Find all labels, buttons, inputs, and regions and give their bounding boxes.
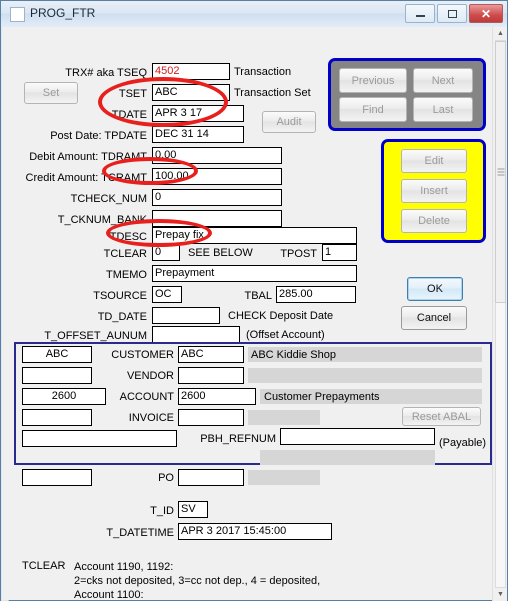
maximize-button[interactable] — [437, 4, 467, 23]
label-tclear: TCLEAR — [103, 248, 147, 260]
field-refnum-alt[interactable] — [22, 430, 177, 447]
cancel-button[interactable]: Cancel — [401, 306, 467, 330]
field-tclear[interactable]: 0 — [152, 244, 180, 261]
text-customer-desc: ABC Kiddie Shop — [251, 349, 336, 361]
delete-button[interactable]: Delete — [401, 209, 467, 233]
label-account: ACCOUNT — [119, 391, 174, 403]
readonly-invoice-desc — [248, 410, 320, 425]
prog-ftr-window: PROG_FTR ✕ TRX# aka TSEQ 4502 Transactio… — [0, 0, 508, 601]
field-tdate[interactable]: APR 3 17 — [152, 105, 244, 122]
field-account[interactable]: 2600 — [178, 388, 256, 405]
scroll-down-arrow-icon[interactable]: ▼ — [495, 589, 506, 600]
field-trx[interactable]: 4502 — [152, 63, 230, 80]
field-vendor[interactable] — [178, 367, 244, 384]
field-po[interactable] — [178, 469, 244, 486]
navigation-panel: Previous Next Find Last — [328, 58, 486, 131]
field-vendor-alt[interactable] — [22, 367, 92, 384]
label-vendor: VENDOR — [126, 370, 174, 382]
readonly-vendor-desc — [248, 368, 482, 383]
field-invoice-alt[interactable] — [22, 409, 92, 426]
edit-button[interactable]: Edit — [401, 149, 467, 173]
label-t-cknum-bank: T_CKNUM_BANK — [57, 214, 147, 226]
field-td-date[interactable] — [152, 307, 220, 324]
window-icon — [10, 7, 25, 22]
label-trx: TRX# aka TSEQ — [65, 67, 147, 79]
field-tcramt[interactable]: 100.00 — [152, 168, 282, 185]
field-customer-alt[interactable]: ABC — [22, 346, 92, 363]
suffix-tset: Transaction Set — [234, 87, 311, 99]
field-t-id[interactable]: SV — [178, 501, 208, 518]
field-tbal[interactable]: 285.00 — [276, 286, 356, 303]
scroll-up-arrow-icon[interactable]: ▲ — [495, 28, 506, 39]
field-t-datetime[interactable]: APR 3 2017 15:45:00 — [178, 523, 332, 540]
field-pbh-refnum[interactable] — [280, 428, 435, 445]
label-td-date: TD_DATE — [97, 311, 147, 323]
minimize-icon — [406, 5, 434, 22]
last-button[interactable]: Last — [413, 97, 473, 122]
note-t-offset-aunum: (Offset Account) — [246, 329, 325, 341]
label-tdramt: Debit Amount: TDRAMT — [29, 151, 147, 163]
field-t-cknum-bank[interactable] — [152, 210, 282, 227]
previous-button[interactable]: Previous — [339, 68, 407, 93]
label-tpdate: Post Date: TPDATE — [50, 130, 147, 142]
next-button[interactable]: Next — [413, 68, 473, 93]
text-account-desc: Customer Prepayments — [264, 391, 380, 403]
note-td-date: CHECK Deposit Date — [228, 310, 334, 322]
window-title: PROG_FTR — [30, 6, 96, 20]
insert-button[interactable]: Insert — [401, 179, 467, 203]
label-po: PO — [158, 472, 174, 484]
label-t-id: T_ID — [150, 505, 174, 517]
field-invoice[interactable] — [178, 409, 244, 426]
field-tdramt[interactable]: 0.00 — [152, 147, 282, 164]
field-tpdate[interactable]: DEC 31 14 — [152, 126, 244, 143]
label-tcheck-num: TCHECK_NUM — [70, 193, 147, 205]
label-tpost: TPOST — [280, 248, 317, 260]
find-button[interactable]: Find — [339, 97, 407, 122]
label-customer: CUSTOMER — [111, 349, 174, 361]
label-tbal: TBAL — [244, 290, 272, 302]
label-t-offset-aunum: T_OFFSET_AUNUM — [44, 330, 147, 342]
field-t-offset-aunum[interactable] — [152, 326, 240, 343]
note-tclear: SEE BELOW — [188, 247, 253, 259]
ok-button[interactable]: OK — [407, 277, 463, 301]
form-client-area: TRX# aka TSEQ 4502 Transaction Set TSET … — [2, 27, 494, 600]
label-pbh-refnum: PBH_REFNUM — [200, 433, 276, 445]
suffix-trx: Transaction — [234, 66, 292, 78]
label-tsource: TSOURCE — [93, 290, 147, 302]
label-tset: TSET — [118, 88, 147, 100]
audit-button[interactable]: Audit — [262, 111, 316, 133]
readonly-refnum-desc — [260, 450, 435, 465]
vertical-scrollbar[interactable]: ▲ ▼ — [492, 27, 507, 601]
footer-lines: Account 1190, 1192: 2=cks not deposited,… — [74, 561, 321, 600]
close-icon: ✕ — [480, 6, 492, 21]
minimize-button[interactable] — [405, 4, 435, 23]
field-tsource[interactable]: OC — [152, 286, 182, 303]
title-bar: PROG_FTR ✕ — [1, 1, 507, 28]
close-button[interactable]: ✕ — [469, 4, 503, 23]
scrollbar-grip-icon — [497, 168, 504, 176]
maximize-icon — [438, 5, 466, 22]
field-tcheck-num[interactable]: 0 — [152, 189, 282, 206]
field-account-alt[interactable]: 2600 — [22, 388, 106, 405]
readonly-po-desc — [248, 470, 320, 485]
label-t-datetime: T_DATETIME — [106, 527, 174, 539]
label-tmemo: TMEMO — [106, 269, 147, 281]
label-invoice: INVOICE — [128, 412, 174, 424]
label-tdesc: TDESC — [109, 231, 147, 243]
scrollbar-thumb[interactable] — [495, 41, 506, 303]
label-tdate: TDATE — [111, 109, 147, 121]
edit-panel: Edit Insert Delete — [381, 139, 486, 243]
footer-title: TCLEAR — [22, 560, 66, 572]
field-po-alt[interactable] — [22, 469, 92, 486]
field-tdesc[interactable]: Prepay fix — [152, 227, 357, 244]
label-tcramt: Credit Amount: TCRAMT — [25, 172, 147, 184]
field-tpost[interactable]: 1 — [322, 244, 357, 261]
reset-abal-button[interactable]: Reset ABAL — [402, 407, 481, 426]
field-customer[interactable]: ABC — [178, 346, 244, 363]
field-tmemo[interactable]: Prepayment — [152, 265, 357, 282]
note-payable: (Payable) — [439, 437, 487, 449]
field-tset[interactable]: ABC — [152, 84, 230, 101]
